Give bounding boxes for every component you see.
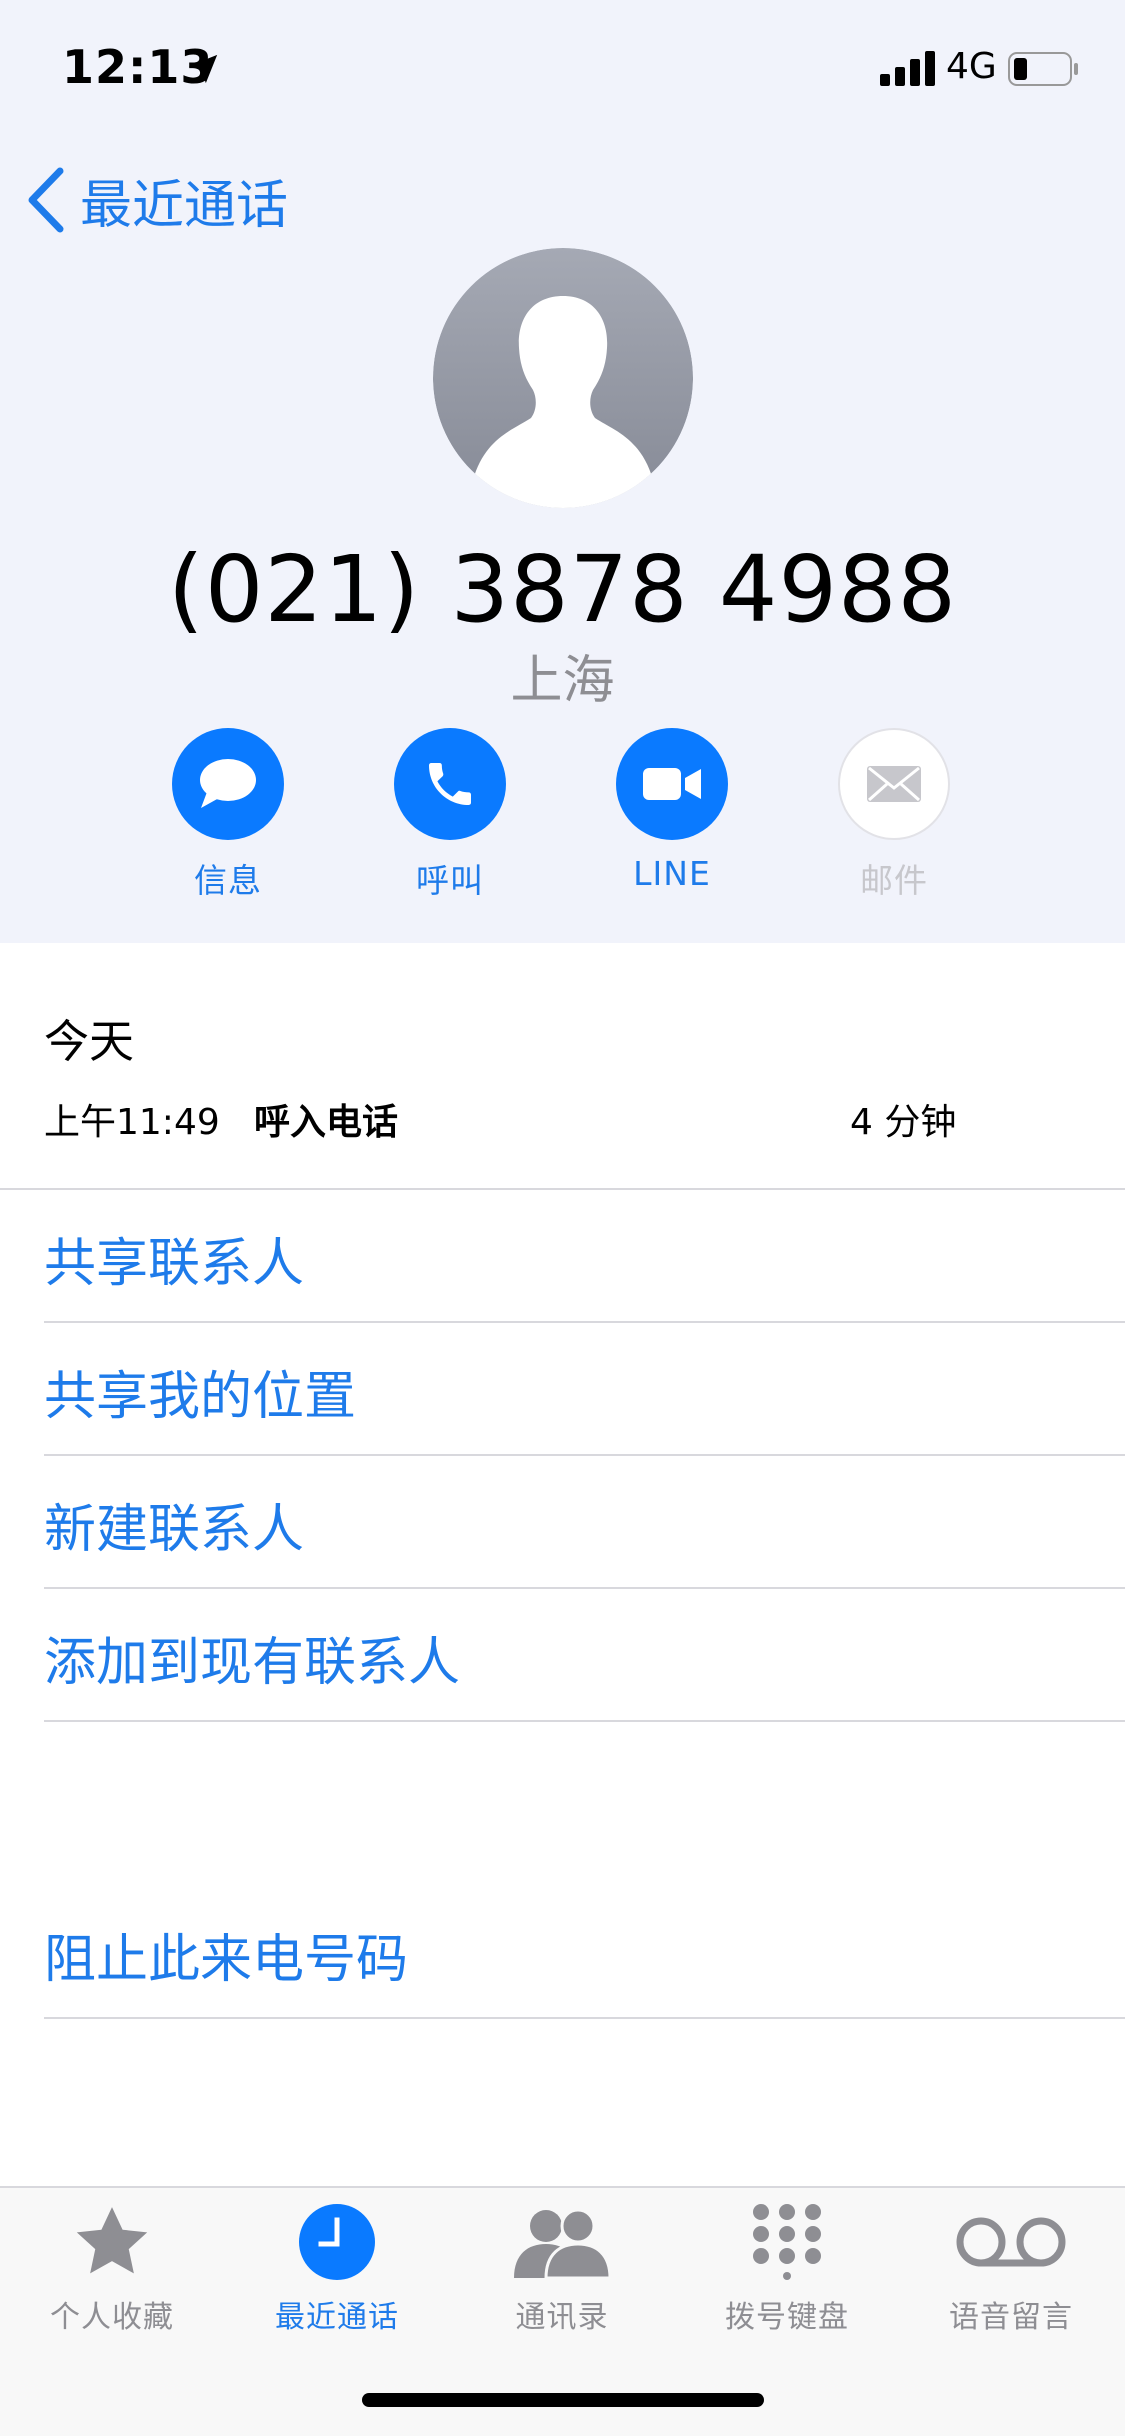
block-caller-row[interactable]: 阻止此来电号码 <box>44 1917 408 1992</box>
tab-favorites-label: 个人收藏 <box>50 2300 174 2335</box>
divider <box>44 1454 1125 1456</box>
contact-location: 上海 <box>510 651 615 711</box>
divider <box>44 2017 1125 2019</box>
phone-icon <box>429 763 471 805</box>
message-button[interactable]: 信息 <box>138 728 318 902</box>
tab-voicemail[interactable]: 语音留言 <box>911 2198 1111 2336</box>
chevron-left-icon <box>28 167 64 233</box>
share-contact-row[interactable]: 共享联系人 <box>44 1221 304 1296</box>
call-button-circle[interactable] <box>394 728 506 840</box>
location-arrow-icon <box>188 54 218 84</box>
voicemail-icon <box>956 2217 1066 2267</box>
tab-contacts-label: 通讯录 <box>515 2300 609 2335</box>
call-duration: 4 分钟 <box>850 1102 957 1143</box>
call-label: 呼叫 <box>416 861 484 900</box>
share-location-row[interactable]: 共享我的位置 <box>44 1354 356 1429</box>
tab-keypad[interactable]: 拨号键盘 <box>687 2198 887 2336</box>
keypad-icon <box>753 2204 821 2280</box>
tab-recents-label: 最近通话 <box>275 2300 399 2335</box>
add-to-existing-contact-row[interactable]: 添加到现有联系人 <box>44 1620 460 1695</box>
call-type: 呼入电话 <box>254 1102 399 1143</box>
person-silhouette-icon <box>433 248 693 508</box>
mail-icon <box>867 766 921 802</box>
video-icon <box>643 768 701 800</box>
tab-contacts[interactable]: 通讯录 <box>462 2198 662 2336</box>
star-icon <box>76 2207 148 2274</box>
back-label: 最近通话 <box>80 175 289 236</box>
call-day-heading: 今天 <box>44 1015 135 1068</box>
new-contact-row[interactable]: 新建联系人 <box>44 1487 304 1562</box>
message-label: 信息 <box>194 861 262 900</box>
mail-button-circle[interactable] <box>838 728 950 840</box>
line-video-button[interactable]: LINE <box>582 728 762 893</box>
message-icon <box>200 759 256 808</box>
mail-label: 邮件 <box>860 861 928 900</box>
contacts-icon <box>514 2208 612 2278</box>
message-button-circle[interactable] <box>172 728 284 840</box>
network-type: 4G <box>946 46 997 87</box>
line-label: LINE <box>633 854 711 893</box>
tab-voicemail-label: 语音留言 <box>949 2300 1073 2335</box>
home-indicator[interactable] <box>362 2393 764 2407</box>
contact-avatar <box>433 248 693 508</box>
divider <box>44 1321 1125 1323</box>
call-button[interactable]: 呼叫 <box>360 728 540 902</box>
signal-icon <box>880 51 935 86</box>
contact-phone-number: (021) 3878 4988 <box>167 536 958 643</box>
line-video-button-circle[interactable] <box>616 728 728 840</box>
divider <box>0 1188 1125 1190</box>
battery-icon <box>1008 52 1078 86</box>
back-button[interactable]: 最近通话 <box>24 160 288 240</box>
divider <box>44 1720 1125 1722</box>
tab-keypad-label: 拨号键盘 <box>725 2300 849 2335</box>
mail-button[interactable]: 邮件 <box>804 728 984 902</box>
clock-icon <box>299 2204 375 2280</box>
call-time: 上午11:49 <box>44 1102 220 1143</box>
tab-favorites[interactable]: 个人收藏 <box>12 2198 212 2336</box>
tab-recents[interactable]: 最近通话 <box>237 2198 437 2336</box>
divider <box>44 1587 1125 1589</box>
